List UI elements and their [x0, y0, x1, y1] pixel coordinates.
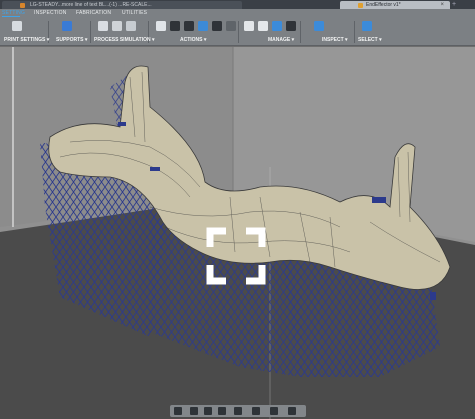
print-icon[interactable] — [184, 21, 194, 31]
preview-icon[interactable] — [226, 21, 236, 31]
divider — [354, 21, 355, 43]
post-library-icon[interactable] — [286, 21, 296, 31]
document-icon — [20, 3, 25, 8]
tab-inspection[interactable]: INSPECTION — [34, 10, 67, 16]
group-process-simulation[interactable]: PROCESS SIMULATION ▾ — [94, 37, 154, 43]
divider — [300, 21, 301, 43]
ribbon-toolbar: SETTING INSPECTION FABRICATION UTILITIES — [0, 9, 475, 46]
design-icon — [358, 3, 363, 8]
grid-icon[interactable] — [252, 407, 260, 415]
title-bar: LG-STEADY...more line of text BL...(-1) … — [0, 0, 475, 9]
fit-icon[interactable] — [218, 407, 226, 415]
group-manage[interactable]: MANAGE ▾ — [268, 37, 294, 43]
settings-gear-icon[interactable] — [198, 21, 208, 31]
app-window: LG-STEADY...more line of text BL...(-1) … — [0, 0, 475, 419]
group-print-settings[interactable]: PRINT SETTINGS ▾ — [4, 37, 49, 43]
machine-library-icon[interactable] — [244, 21, 254, 31]
navigation-bar — [170, 405, 306, 417]
pan-icon[interactable] — [190, 407, 198, 415]
close-tab-icon[interactable]: × — [440, 1, 444, 9]
export-icon[interactable] — [170, 21, 180, 31]
more-icon[interactable] — [288, 407, 296, 415]
process-simulation-icon[interactable] — [98, 21, 108, 31]
print-settings-icon[interactable] — [12, 21, 22, 31]
orbit-icon[interactable] — [174, 407, 182, 415]
select-cursor-icon[interactable] — [362, 21, 372, 31]
ribbon-tabs: SETTING INSPECTION FABRICATION UTILITIES — [0, 9, 475, 18]
document-tab[interactable]: LG-STEADY...more line of text BL...(-1) … — [2, 1, 242, 9]
print-library-icon[interactable] — [258, 21, 268, 31]
post-process-icon[interactable] — [212, 21, 222, 31]
group-select[interactable]: SELECT ▾ — [358, 37, 382, 43]
supports-icon[interactable] — [62, 21, 72, 31]
group-supports[interactable]: SUPPORTS ▾ — [56, 37, 87, 43]
divider — [90, 21, 91, 43]
3d-viewport[interactable] — [0, 47, 475, 419]
active-document-tab[interactable]: EndEffector v1* × — [340, 1, 450, 9]
expand-fullscreen-icon[interactable] — [206, 227, 266, 285]
zoom-icon[interactable] — [204, 407, 212, 415]
active-tab-indicator — [2, 16, 20, 17]
group-inspect[interactable]: INSPECT ▾ — [322, 37, 348, 43]
viewport-icon[interactable] — [270, 407, 278, 415]
slice-icon[interactable] — [112, 21, 122, 31]
display-icon[interactable] — [234, 407, 242, 415]
generate-icon[interactable] — [156, 21, 166, 31]
simulate-icon[interactable] — [126, 21, 136, 31]
tab-fabrication[interactable]: FABRICATION — [76, 10, 111, 16]
template-icon[interactable] — [272, 21, 282, 31]
measure-icon[interactable] — [314, 21, 324, 31]
active-tab-label: EndEffector v1* — [366, 2, 401, 8]
new-tab-button[interactable]: + — [452, 0, 456, 9]
group-actions[interactable]: ACTIONS ▾ — [180, 37, 206, 43]
divider — [238, 21, 239, 43]
tab-utilities[interactable]: UTILITIES — [122, 10, 147, 16]
document-tab-label: LG-STEADY...more line of text BL...(-1) … — [30, 2, 152, 8]
